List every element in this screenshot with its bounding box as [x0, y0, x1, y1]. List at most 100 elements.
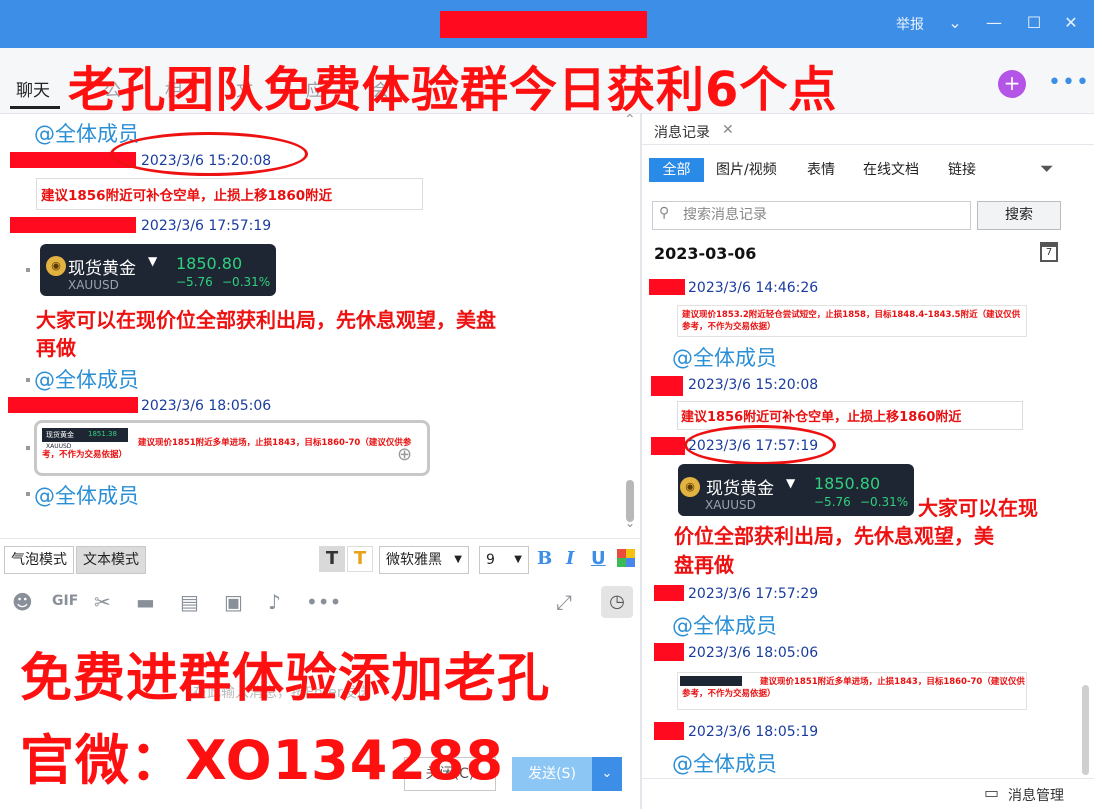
more-icon[interactable]: •••	[1048, 70, 1090, 95]
send-button[interactable]: 发送(S)	[512, 757, 592, 791]
zoom-icon[interactable]: ⊕	[397, 444, 412, 465]
minimize-icon[interactable]: —	[983, 12, 1005, 34]
scroll-down-icon[interactable]: ⌄	[625, 516, 635, 530]
gif-icon[interactable]: GIF	[52, 593, 78, 609]
send-options-chevron-icon[interactable]: ⌄	[592, 757, 622, 791]
message-timestamp: 2023/3/6 18:05:19	[688, 724, 819, 740]
more-tools-icon[interactable]: •••	[306, 590, 341, 614]
tab-chat[interactable]: 聊天	[16, 76, 50, 101]
history-search-input[interactable]: 搜索消息记录	[652, 201, 971, 230]
gold-coin-icon: ◉	[680, 477, 700, 497]
message-timestamp: 2023/3/6 17:57:19	[141, 218, 272, 234]
close-history-icon[interactable]: ✕	[722, 122, 734, 138]
message-manage-icon[interactable]: ▭	[984, 783, 999, 802]
highlight-oval	[110, 132, 308, 176]
redacted-sender	[654, 585, 684, 601]
mention-all[interactable]: @全体成员	[34, 364, 139, 394]
history-message-text: 大家可以在现	[918, 496, 1038, 520]
text-color-icon[interactable]: T	[347, 546, 373, 572]
quote-symbol: XAUUSD	[68, 278, 119, 292]
size-select[interactable]: 9 ▼	[479, 546, 529, 574]
folder-icon[interactable]: ▬	[136, 590, 155, 614]
scissors-icon[interactable]: ✂	[94, 590, 111, 614]
quote-symbol: XAUUSD	[705, 498, 756, 512]
redacted-title	[440, 11, 647, 38]
quote-pct: −0.31%	[860, 495, 909, 509]
promo-headline: 老孔团队免费体验群今日获利6个点	[68, 62, 838, 118]
search-button[interactable]: 搜索	[977, 201, 1061, 230]
mention-all[interactable]: @全体成员	[672, 610, 777, 640]
search-icon: ⚲	[659, 205, 670, 221]
quote-name: 现货黄金	[706, 479, 774, 499]
image-icon[interactable]: ▣	[224, 590, 243, 614]
filter-funnel-icon[interactable]: ⏷	[1040, 159, 1054, 179]
expand-icon[interactable]: ⤢	[556, 590, 572, 614]
filter-all[interactable]: 全部	[649, 158, 704, 182]
history-scrollbar[interactable]	[1082, 685, 1089, 775]
text-style-icon[interactable]: T	[319, 546, 345, 572]
text-mode-button[interactable]: 文本模式	[76, 546, 146, 574]
calendar-icon[interactable]: 7	[1040, 242, 1058, 262]
message-text: 大家可以在现价位全部获利出局，先休息观望，美盘	[36, 308, 496, 332]
bell-icon[interactable]: ♪	[268, 590, 281, 614]
filter-links[interactable]: 链接	[948, 158, 976, 182]
mention-all[interactable]: @全体成员	[34, 480, 139, 510]
add-tab-button[interactable]: +	[998, 70, 1026, 98]
quote-price: 1850.80	[814, 474, 881, 493]
report-button[interactable]: 举报	[896, 14, 924, 34]
font-select[interactable]: 微软雅黑 ▼	[379, 546, 469, 574]
history-clock-icon[interactable]: ◷	[601, 586, 633, 618]
color-swatch	[626, 558, 635, 567]
history-tab[interactable]: 消息记录	[654, 122, 710, 142]
message-text: 再做	[36, 336, 76, 360]
maximize-icon[interactable]: ☐	[1023, 12, 1045, 34]
bubble-mode-button[interactable]: 气泡模式	[4, 546, 74, 574]
filter-media[interactable]: 图片/视频	[716, 158, 777, 182]
document-icon[interactable]: ▤	[180, 590, 199, 614]
promo-join: 免费进群体验添加老孔	[20, 649, 551, 709]
close-icon[interactable]: ✕	[1060, 12, 1082, 34]
caret-down-icon: ▼	[454, 554, 462, 565]
history-date: 2023-03-06	[654, 244, 757, 263]
filter-docs[interactable]: 在线文档	[863, 158, 919, 182]
bullet	[26, 446, 30, 450]
message-bubble: 建议1856附近可补仓空单，止损上移1860附近	[36, 178, 423, 210]
filter-stickers[interactable]: 表情	[807, 158, 835, 182]
image-message-text: 建议现价1851附近多单进场，止损1843，目标1860-70（建议仅供参考，不…	[42, 438, 412, 460]
bullet	[26, 268, 30, 272]
mention-all[interactable]: @全体成员	[672, 342, 777, 372]
bullet	[26, 378, 30, 382]
color-picker-icon[interactable]	[617, 549, 635, 567]
redacted-sender	[10, 217, 136, 233]
message-timestamp: 2023/3/6 15:20:08	[688, 377, 819, 393]
tab-separator	[642, 144, 1094, 145]
color-swatch	[617, 549, 626, 558]
mention-all[interactable]: @全体成员	[672, 748, 777, 778]
quote-name: 现货黄金	[68, 259, 136, 279]
emoji-icon[interactable]: ☻	[12, 590, 33, 614]
quote-change: −5.76	[814, 495, 851, 509]
redacted-sender	[649, 279, 685, 295]
quote-pct: −0.31%	[222, 275, 271, 289]
history-footer-separator	[642, 778, 1094, 779]
bullet	[26, 492, 30, 496]
history-message: 建议现价1851附近多单进场，止损1843，目标1860-70（建议仅供参考，不…	[682, 677, 1025, 699]
bold-button[interactable]: B	[537, 548, 552, 569]
message-manage-button[interactable]: 消息管理	[1008, 785, 1064, 805]
caret-down-icon: ▼	[148, 254, 158, 268]
redacted-sender	[651, 376, 683, 396]
history-message-text: 价位全部获利出局，先休息观望，美	[674, 524, 994, 548]
redacted-sender	[654, 643, 684, 661]
caret-down-icon: ▼	[514, 554, 522, 565]
tab-chat-underline	[10, 106, 60, 109]
promo-wechat: 官微：XO134288	[20, 729, 505, 792]
underline-button[interactable]: U	[591, 548, 606, 569]
font-select-value: 微软雅黑	[386, 552, 442, 568]
message-timestamp: 2023/3/6 14:46:26	[688, 280, 819, 296]
chevron-down-icon[interactable]: ⌄	[944, 12, 966, 34]
italic-button[interactable]: I	[566, 548, 574, 569]
quote-price: 1850.80	[176, 254, 243, 273]
color-swatch	[617, 558, 626, 567]
message-timestamp: 2023/3/6 18:05:06	[688, 645, 819, 661]
redacted-sender	[8, 397, 138, 413]
